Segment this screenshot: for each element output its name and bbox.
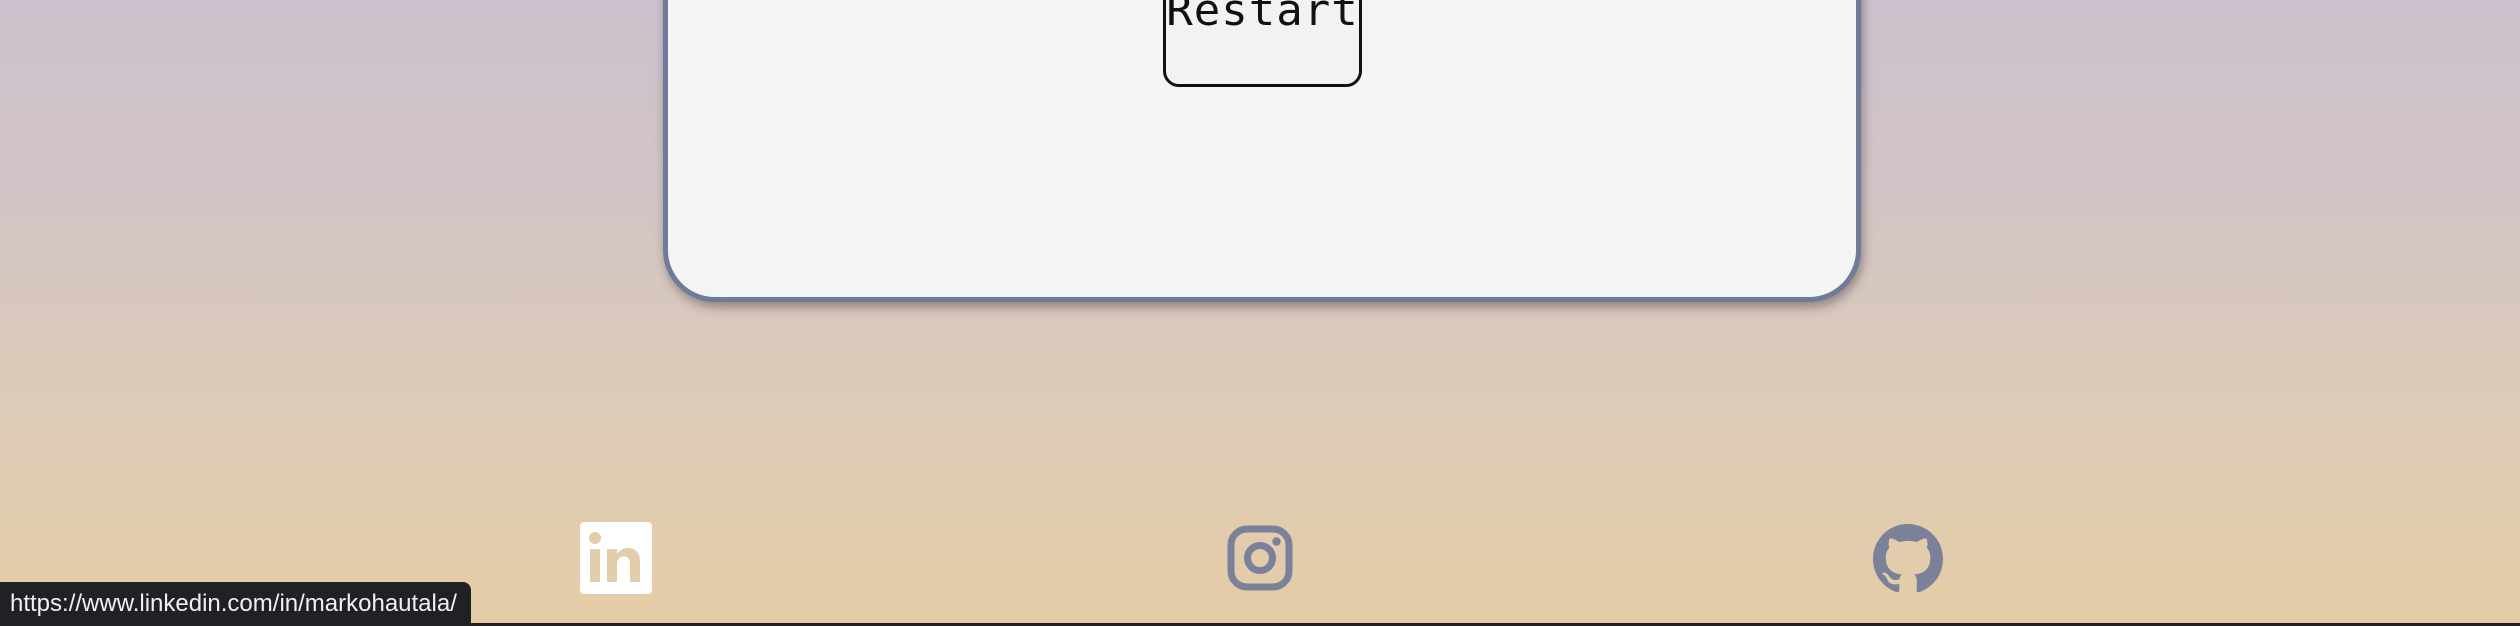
link-status-bar: https://www.linkedin.com/in/markohautala… [0, 582, 471, 626]
linkedin-link[interactable] [580, 522, 652, 594]
linkedin-icon [580, 522, 652, 594]
instagram-icon [1227, 525, 1293, 591]
status-url: https://www.linkedin.com/in/markohautala… [10, 590, 457, 617]
github-link[interactable] [1873, 524, 1943, 594]
instagram-link[interactable] [1226, 524, 1294, 592]
restart-button[interactable]: Restart [1163, 0, 1362, 87]
github-icon [1873, 524, 1943, 593]
restart-button-label: Restart [1166, 0, 1359, 36]
